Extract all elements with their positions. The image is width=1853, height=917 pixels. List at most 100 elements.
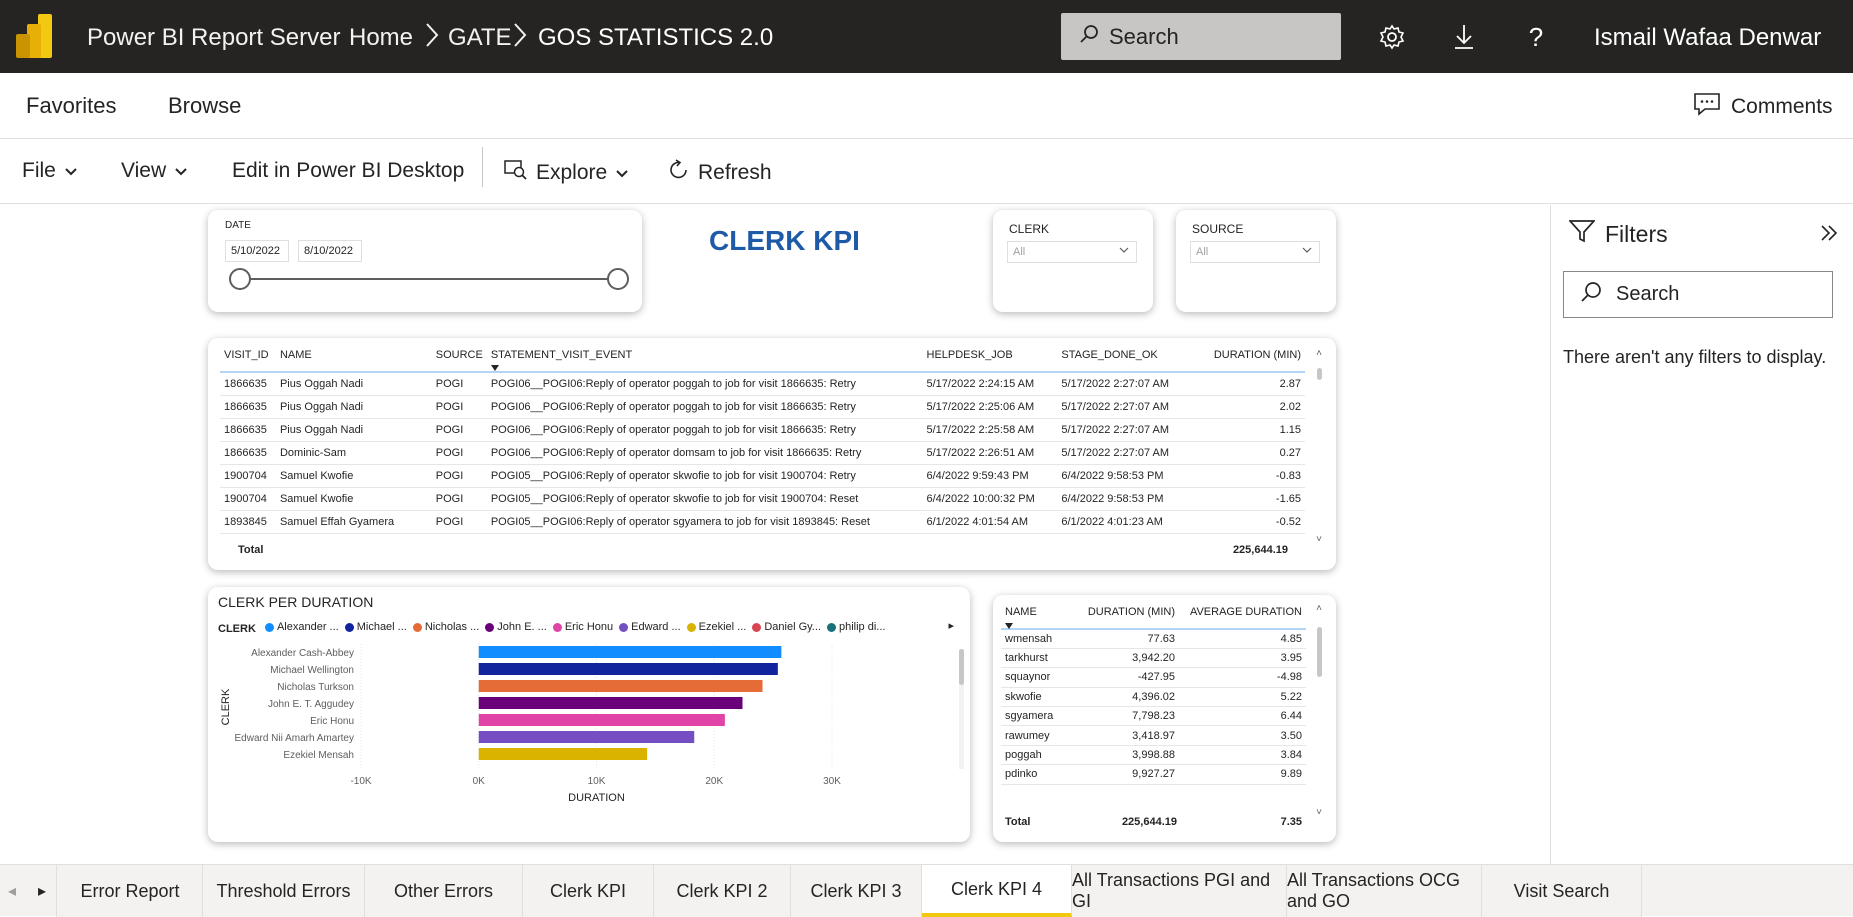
- nav-favorites[interactable]: Favorites: [26, 93, 116, 119]
- col-helpdesk-job[interactable]: HELPDESK_JOB: [922, 338, 1058, 373]
- page-tab[interactable]: Clerk KPI: [523, 865, 654, 917]
- page-tab[interactable]: All Transactions PGI and GI: [1072, 865, 1287, 917]
- chart-scrollbar[interactable]: [959, 649, 964, 685]
- table-row[interactable]: squaynor -427.95 -4.98: [1001, 667, 1306, 688]
- view-menu[interactable]: View: [121, 159, 188, 183]
- edit-in-desktop-button[interactable]: Edit in Power BI Desktop: [232, 159, 464, 183]
- clerk-slicer[interactable]: CLERK All: [993, 210, 1153, 312]
- settings-icon[interactable]: [1377, 22, 1407, 52]
- date-slicer[interactable]: DATE 5/10/2022 8/10/2022: [208, 210, 642, 312]
- page-tab[interactable]: Clerk KPI 3: [791, 865, 922, 917]
- table-row[interactable]: skwofie 4,396.02 5.22: [1001, 687, 1306, 708]
- table-row[interactable]: sgyamera 7,798.23 6.44: [1001, 706, 1306, 727]
- help-icon[interactable]: ?: [1521, 22, 1551, 52]
- page-tab[interactable]: Error Report: [58, 865, 203, 917]
- page-tab[interactable]: Other Errors: [365, 865, 523, 917]
- scroll-down-icon[interactable]: ˅: [1316, 534, 1322, 545]
- table-row[interactable]: 1900704 Samuel Kwofie POGI POGI05__POGI06:R…: [220, 464, 1305, 488]
- source-slicer[interactable]: SOURCE All: [1176, 210, 1336, 312]
- col-visit-id[interactable]: VISIT_ID: [220, 338, 276, 373]
- side-total-average: 7.35: [1280, 816, 1302, 828]
- table-cell: 5/17/2022 2:25:06 AM: [922, 395, 1058, 419]
- table-cell: sgyamera: [1001, 706, 1079, 727]
- date-start-handle[interactable]: [229, 268, 251, 290]
- bar[interactable]: [478, 663, 778, 675]
- bar[interactable]: [478, 731, 695, 743]
- table-row[interactable]: 1900704 Samuel Kwofie POGI POGI05__POGI06:R…: [220, 487, 1305, 511]
- table-row[interactable]: 1866635 Pius Oggah Nadi POGI POGI06__POGI06…: [220, 418, 1305, 442]
- table-row[interactable]: wmensah 77.63 4.85: [1001, 629, 1306, 649]
- tab-next-icon[interactable]: ▸: [38, 881, 46, 901]
- refresh-button[interactable]: Refresh: [668, 159, 772, 187]
- side-table-scrollbar[interactable]: [1317, 627, 1322, 677]
- explore-menu[interactable]: Explore: [504, 159, 629, 187]
- page-tab[interactable]: Clerk KPI 2: [654, 865, 791, 917]
- table-row[interactable]: poggah 3,998.88 3.84: [1001, 745, 1306, 766]
- filters-search-placeholder: Search: [1616, 283, 1680, 305]
- search-input[interactable]: Search: [1061, 13, 1341, 60]
- table-cell: 9,927.27: [1079, 764, 1179, 785]
- date-end-handle[interactable]: [607, 268, 629, 290]
- page-tab[interactable]: All Transactions OCG and GO: [1287, 865, 1482, 917]
- side-total-duration: 225,644.19: [1121, 816, 1177, 828]
- table-cell: POGI05__POGI06:Reply of operator sgyamer…: [486, 510, 923, 534]
- legend-dot-icon: [619, 622, 629, 632]
- col-statement[interactable]: STATEMENT_VISIT_EVENT: [486, 338, 923, 373]
- date-end-input[interactable]: 8/10/2022: [298, 240, 362, 262]
- tab-prev-icon[interactable]: ◂: [8, 881, 16, 901]
- bar[interactable]: [478, 697, 743, 709]
- breadcrumb-gate[interactable]: GATE: [448, 24, 512, 52]
- nav-browse[interactable]: Browse: [168, 93, 241, 119]
- clerk-slicer-label: CLERK: [1009, 222, 1050, 236]
- table-row[interactable]: tarkhurst 3,942.20 3.95: [1001, 648, 1306, 669]
- col-side-duration[interactable]: DURATION (MIN): [1079, 595, 1179, 630]
- app-title[interactable]: Power BI Report Server: [87, 24, 340, 52]
- download-icon[interactable]: [1449, 22, 1479, 52]
- col-side-name[interactable]: NAME: [1001, 595, 1079, 630]
- table-cell: 5/17/2022 2:27:07 AM: [1057, 395, 1193, 419]
- col-side-average[interactable]: AVERAGE DURATION: [1179, 595, 1306, 630]
- main-table-scrollbar[interactable]: [1317, 368, 1322, 380]
- file-menu[interactable]: File: [22, 159, 78, 183]
- page-tab[interactable]: Visit Search: [1482, 865, 1642, 917]
- explore-icon: [504, 159, 528, 187]
- table-row[interactable]: 1866635 Dominic-Sam POGI POGI06__POGI06:Rep…: [220, 441, 1305, 465]
- page-tab[interactable]: Clerk KPI 4: [922, 865, 1072, 917]
- filters-search-input[interactable]: Search: [1563, 271, 1833, 318]
- page-tab[interactable]: Threshold Errors: [203, 865, 365, 917]
- user-name[interactable]: Ismail Wafaa Denwar: [1594, 24, 1821, 52]
- scroll-down-icon[interactable]: ˅: [1316, 807, 1322, 818]
- table-row[interactable]: pdinko 9,927.27 9.89: [1001, 764, 1306, 785]
- legend-next-icon[interactable]: ▸: [948, 619, 954, 632]
- source-dropdown[interactable]: All: [1190, 241, 1320, 263]
- toolbar: File View Edit in Power BI Desktop Explo…: [0, 139, 1853, 204]
- table-cell: 4,396.02: [1079, 687, 1179, 708]
- collapse-filters-icon[interactable]: [1819, 223, 1839, 248]
- breadcrumb-report[interactable]: GOS STATISTICS 2.0: [538, 24, 773, 52]
- power-bi-logo-icon[interactable]: [16, 14, 54, 58]
- bar[interactable]: [478, 748, 648, 760]
- table-cell: 5/17/2022 2:27:07 AM: [1057, 441, 1193, 465]
- bar[interactable]: [478, 714, 725, 726]
- search-icon: [1580, 281, 1602, 309]
- report-title: CLERK KPI: [709, 225, 860, 256]
- table-row[interactable]: 1893845 Samuel Effah Gyamera POGI POGI05__P…: [220, 510, 1305, 534]
- bar[interactable]: [478, 646, 782, 658]
- top-bar: Power BI Report Server Home GATE GOS STA…: [0, 0, 1853, 73]
- clerk-dropdown[interactable]: All: [1007, 241, 1137, 263]
- table-row[interactable]: 1866635 Pius Oggah Nadi POGI POGI06__POGI06…: [220, 372, 1305, 396]
- bar[interactable]: [478, 680, 763, 692]
- scroll-up-icon[interactable]: ˄: [1316, 348, 1322, 359]
- col-stage-done[interactable]: STAGE_DONE_OK: [1057, 338, 1193, 373]
- date-start-input[interactable]: 5/10/2022: [225, 240, 289, 262]
- table-row[interactable]: 1866635 Pius Oggah Nadi POGI POGI06__POGI06…: [220, 395, 1305, 419]
- table-cell: POGI: [431, 441, 487, 465]
- scroll-up-icon[interactable]: ˄: [1316, 603, 1322, 614]
- col-source[interactable]: SOURCE: [431, 338, 487, 373]
- col-name[interactable]: NAME: [275, 338, 432, 373]
- comments-button[interactable]: Comments: [1693, 92, 1833, 122]
- table-row[interactable]: rawumey 3,418.97 3.50: [1001, 725, 1306, 746]
- col-duration[interactable]: DURATION (MIN): [1192, 338, 1305, 373]
- breadcrumb-home[interactable]: Home: [349, 24, 413, 52]
- legend-dot-icon: [344, 622, 354, 632]
